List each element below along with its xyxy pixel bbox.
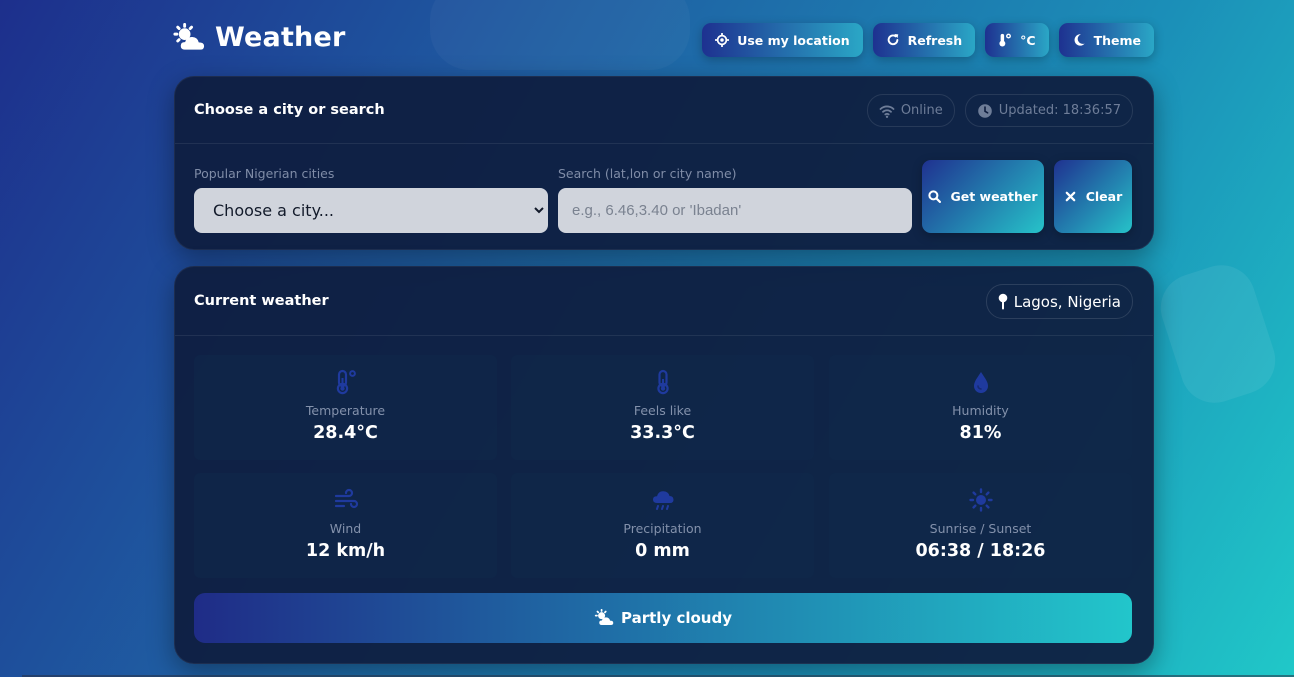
wind-icon: [334, 488, 358, 509]
theme-label: Theme: [1093, 32, 1141, 48]
refresh-label: Refresh: [907, 32, 963, 48]
clear-label: Clear: [1085, 189, 1123, 204]
metric-label: Feels like: [633, 403, 692, 418]
metric-precipitation: Precipitation 0 mm: [511, 473, 814, 578]
metric-temperature: Temperature 28.4°C: [194, 355, 497, 460]
droplet-icon: [973, 372, 988, 393]
chevron-down-icon: [534, 207, 544, 214]
current-weather-card: Current weather Lagos, Nigeria Temperatu…: [174, 266, 1154, 664]
get-weather-label: Get weather: [950, 189, 1038, 204]
refresh-button[interactable]: Refresh: [872, 23, 976, 57]
wifi-icon: [879, 105, 895, 118]
thermometer-half-icon: [336, 369, 356, 395]
weather-card-header: Current weather Lagos, Nigeria: [175, 267, 1153, 336]
brand: Weather: [172, 22, 346, 53]
metric-humidity: Humidity 81%: [829, 355, 1132, 460]
theme-toggle-button[interactable]: Theme: [1058, 23, 1154, 57]
metric-wind: Wind 12 km/h: [194, 473, 497, 578]
app-title: Weather: [215, 22, 346, 53]
search-input-label: Search (lat,lon or city name): [558, 166, 737, 181]
search-card-title: Choose a city or search: [194, 102, 385, 118]
app-header: Weather Use my location Refresh °C Theme: [172, 22, 1154, 60]
location-badge: Lagos, Nigeria: [985, 284, 1133, 319]
refresh-icon: [887, 34, 898, 46]
close-icon: [1065, 191, 1076, 202]
map-pin-icon: [998, 293, 1008, 310]
metric-label: Temperature: [305, 403, 386, 418]
metric-label: Humidity: [952, 403, 1009, 418]
crosshairs-icon: [715, 33, 730, 47]
metric-value: 12 km/h: [305, 541, 386, 561]
weather-condition-text: Partly cloudy: [621, 609, 732, 627]
weather-metrics-grid: Temperature 28.4°C Feels like 33.3°C Hum…: [194, 355, 1132, 578]
sun-icon: [968, 488, 993, 512]
updated-time-text: Updated: 18:36:57: [998, 103, 1121, 118]
temperature-icon: [999, 33, 1012, 47]
header-toolbar: Use my location Refresh °C Theme: [702, 23, 1154, 57]
clock-icon: [977, 103, 992, 118]
get-weather-button[interactable]: Get weather: [922, 160, 1044, 233]
weather-card-title: Current weather: [194, 293, 329, 309]
weather-condition-banner: Partly cloudy: [194, 593, 1132, 643]
location-text: Lagos, Nigeria: [1013, 292, 1121, 311]
metric-value: 81%: [959, 423, 1002, 443]
metric-value: 0 mm: [635, 541, 690, 561]
online-status-text: Online: [900, 103, 943, 118]
units-label: °C: [1020, 32, 1036, 48]
metric-label: Wind: [329, 521, 362, 536]
search-card: Choose a city or search Online Updated: …: [174, 76, 1154, 250]
metric-label: Precipitation: [623, 521, 702, 536]
moon-icon: [1074, 34, 1085, 46]
search-input[interactable]: [558, 188, 912, 233]
online-status-badge: Online: [866, 94, 955, 127]
metric-feels-like: Feels like 33.3°C: [511, 355, 814, 460]
metric-value: 28.4°C: [313, 423, 378, 443]
updated-time-badge: Updated: 18:36:57: [964, 94, 1133, 127]
metric-sunrise-sunset: Sunrise / Sunset 06:38 / 18:26: [829, 473, 1132, 578]
use-location-button[interactable]: Use my location: [702, 23, 863, 57]
city-select-label: Popular Nigerian cities: [194, 166, 335, 181]
search-card-header: Choose a city or search Online Updated: …: [175, 77, 1153, 144]
cloud-sun-icon: [594, 609, 614, 625]
units-toggle-button[interactable]: °C: [985, 23, 1049, 57]
metric-value: 06:38 / 18:26: [915, 541, 1046, 561]
cloud-sun-icon: [173, 22, 205, 50]
thermometer-icon: [656, 369, 669, 395]
cloud-rain-icon: [652, 491, 673, 510]
metric-label: Sunrise / Sunset: [929, 521, 1032, 536]
metric-value: 33.3°C: [630, 423, 695, 443]
search-icon: [928, 190, 942, 203]
use-location-label: Use my location: [737, 32, 850, 48]
city-select[interactable]: Choose a city...: [194, 188, 548, 233]
clear-button[interactable]: Clear: [1054, 160, 1132, 233]
status-pills: Online Updated: 18:36:57: [866, 94, 1133, 127]
background-decoration: [1151, 256, 1285, 412]
city-select-value: Choose a city...: [213, 201, 335, 220]
